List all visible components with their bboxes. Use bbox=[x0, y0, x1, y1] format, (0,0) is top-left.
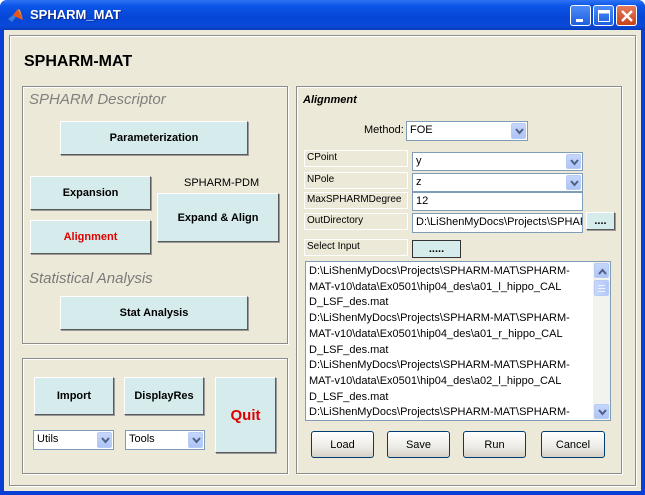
npole-dropdown[interactable]: z bbox=[412, 173, 583, 192]
chevron-down-icon[interactable] bbox=[566, 175, 581, 190]
list-scrollbar[interactable] bbox=[593, 262, 610, 420]
cpoint-label: CPoint bbox=[304, 150, 408, 167]
statistical-analysis-title: Statistical Analysis bbox=[29, 270, 153, 287]
list-item[interactable]: D:\LiShenMyDocs\Projects\SPHARM-MAT\SPHA… bbox=[309, 264, 594, 280]
select-input-button[interactable]: ..... bbox=[412, 240, 461, 258]
list-item[interactable]: MAT-v10\data\Ex0501\hip04_des\a02_l_hipp… bbox=[309, 374, 594, 390]
app-title: SPHARM-MAT bbox=[24, 53, 133, 70]
list-item[interactable]: D_LSF_des.mat bbox=[309, 295, 594, 311]
chevron-up-icon bbox=[598, 268, 607, 275]
minimize-button[interactable] bbox=[570, 5, 591, 26]
title-bar[interactable]: SPHARM_MAT bbox=[0, 0, 645, 30]
select-input-label: Select Input bbox=[304, 239, 408, 256]
utils-dropdown[interactable]: Utils bbox=[33, 430, 114, 450]
list-item[interactable]: D_LSF_des.mat bbox=[309, 390, 594, 406]
cpoint-value: y bbox=[416, 155, 422, 167]
maximize-button[interactable] bbox=[593, 5, 614, 26]
scroll-down-button[interactable] bbox=[594, 404, 609, 419]
input-file-lines: D:\LiShenMyDocs\Projects\SPHARM-MAT\SPHA… bbox=[309, 264, 594, 420]
cpoint-dropdown[interactable]: y bbox=[412, 152, 583, 171]
list-item[interactable]: MAT-v10\data\Ex0501\hip04_des\a01_r_hipp… bbox=[309, 327, 594, 343]
expansion-button[interactable]: Expansion bbox=[30, 176, 151, 210]
matlab-logo-icon bbox=[8, 9, 23, 22]
expand-align-button[interactable]: Expand & Align bbox=[157, 193, 279, 242]
list-item[interactable]: D:\LiShenMyDocs\Projects\SPHARM-MAT\SPHA… bbox=[309, 358, 594, 374]
maxdegree-input[interactable]: 12 bbox=[412, 192, 583, 211]
minimize-icon bbox=[576, 19, 583, 22]
utils-value: Utils bbox=[37, 433, 59, 445]
run-button[interactable]: Run bbox=[463, 431, 526, 458]
scroll-thumb[interactable] bbox=[594, 280, 609, 296]
outdirectory-browse-button[interactable]: .... bbox=[586, 212, 615, 230]
tools-dropdown[interactable]: Tools bbox=[125, 430, 205, 450]
stat-analysis-button[interactable]: Stat Analysis bbox=[60, 296, 248, 330]
parameterization-button[interactable]: Parameterization bbox=[60, 121, 248, 155]
close-icon bbox=[621, 10, 633, 22]
chevron-down-icon[interactable] bbox=[97, 432, 112, 448]
window-title: SPHARM_MAT bbox=[30, 7, 121, 22]
chevron-down-icon[interactable] bbox=[511, 123, 526, 139]
list-item[interactable]: MAT-v10\data\Ex0501\hip04_des\a01_l_hipp… bbox=[309, 280, 594, 296]
scroll-up-button[interactable] bbox=[594, 263, 609, 278]
alignment-button[interactable]: Alignment bbox=[30, 220, 151, 254]
chevron-down-icon[interactable] bbox=[188, 432, 203, 448]
descriptor-title: SPHARM Descriptor bbox=[29, 91, 166, 108]
import-button[interactable]: Import bbox=[34, 377, 114, 415]
save-button[interactable]: Save bbox=[387, 431, 450, 458]
list-item[interactable]: D:\LiShenMyDocs\Projects\SPHARM-MAT\SPHA… bbox=[309, 311, 594, 327]
method-dropdown[interactable]: FOE bbox=[406, 121, 528, 141]
npole-value: z bbox=[416, 176, 422, 188]
quit-button[interactable]: Quit bbox=[215, 377, 276, 453]
input-file-list[interactable]: D:\LiShenMyDocs\Projects\SPHARM-MAT\SPHA… bbox=[305, 261, 611, 421]
chevron-down-icon bbox=[598, 409, 607, 416]
tools-value: Tools bbox=[129, 433, 155, 445]
close-button[interactable] bbox=[616, 5, 637, 26]
outdirectory-label: OutDirectory bbox=[304, 213, 408, 230]
list-item[interactable]: D:\LiShenMyDocs\Projects\SPHARM-MAT\SPHA… bbox=[309, 405, 594, 420]
displayres-button[interactable]: DisplayRes bbox=[124, 377, 204, 415]
chevron-down-icon[interactable] bbox=[566, 154, 581, 169]
npole-label: NPole bbox=[304, 172, 408, 189]
alignment-panel-title: Alignment bbox=[303, 94, 357, 106]
spharm-pdm-label: SPHARM-PDM bbox=[184, 177, 260, 189]
method-value: FOE bbox=[410, 124, 433, 136]
maximize-icon bbox=[598, 10, 610, 22]
method-label: Method: bbox=[364, 124, 404, 136]
list-item[interactable]: D_LSF_des.mat bbox=[309, 343, 594, 359]
cancel-button[interactable]: Cancel bbox=[541, 431, 605, 458]
load-button[interactable]: Load bbox=[311, 431, 374, 458]
outdirectory-input[interactable]: D:\LiShenMyDocs\Projects\SPHARI bbox=[412, 213, 583, 233]
maxdegree-label: MaxSPHARMDegree bbox=[304, 192, 408, 209]
